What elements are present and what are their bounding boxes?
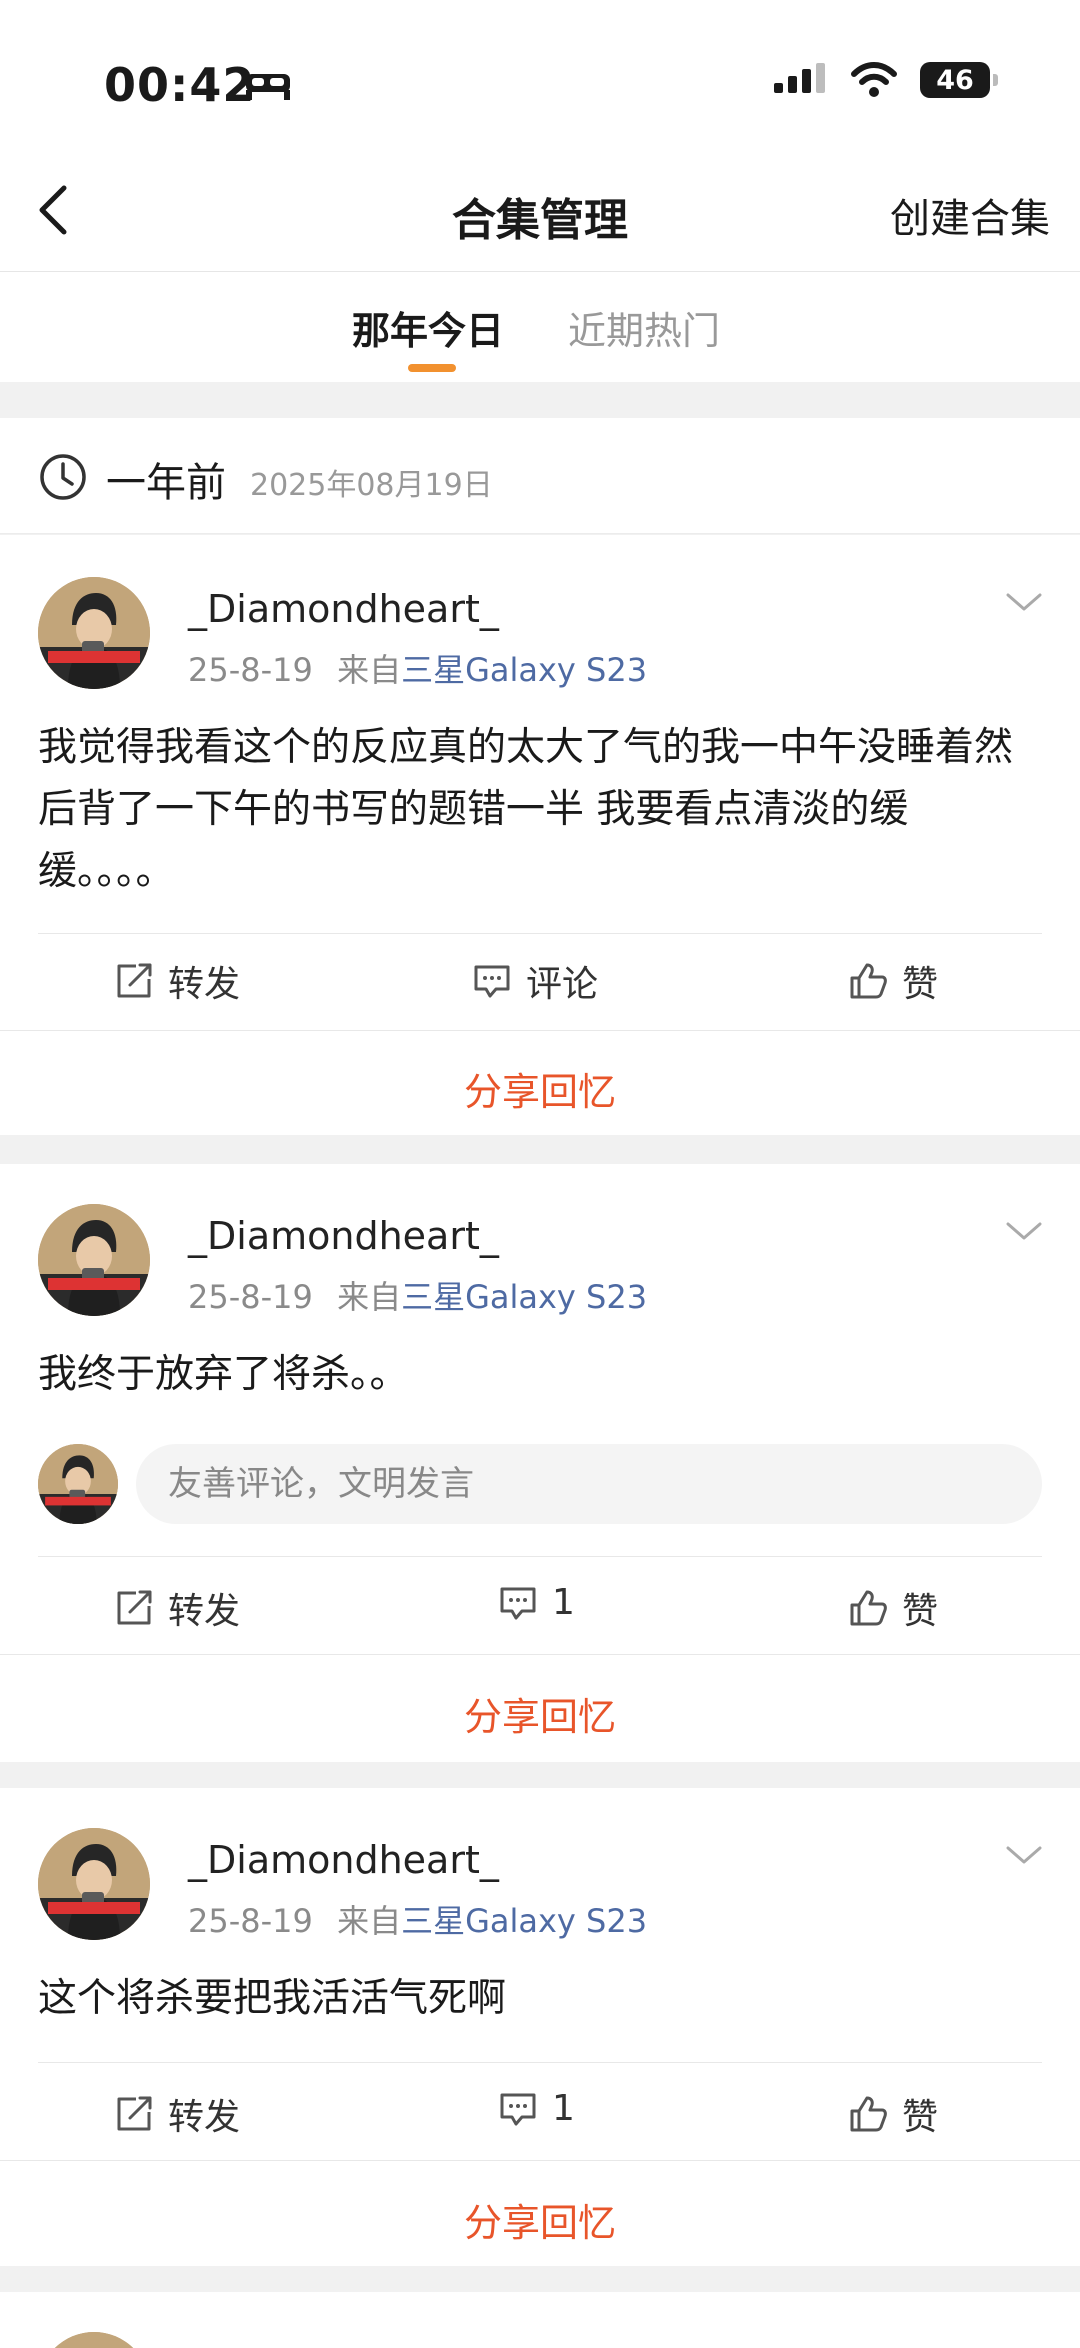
comment-label: 评论 bbox=[526, 964, 599, 1005]
repost-label: 转发 bbox=[168, 964, 241, 1005]
post-content: 我觉得我看这个的反应真的太大了气的我一中午没睡着然后背了一下午的书写的题错一半 … bbox=[38, 725, 1014, 894]
battery-indicator: 46 bbox=[920, 62, 998, 98]
post-date: 25-8-19 bbox=[188, 1902, 313, 1940]
like-label: 赞 bbox=[902, 964, 939, 1005]
divider bbox=[0, 1030, 1080, 1031]
like-label: 赞 bbox=[902, 1591, 939, 1632]
post-card: _Diamondheart_ 25-8-19 来自三星Galaxy S23 这个… bbox=[0, 1788, 1080, 2266]
post-card: _Diamondheart_ 25-8-19 来自三星Galaxy S23 我终… bbox=[0, 1164, 1080, 1762]
active-tab-indicator bbox=[408, 364, 456, 372]
like-button[interactable]: 赞 bbox=[848, 2088, 938, 2140]
cellular-signal-icon bbox=[774, 63, 825, 93]
post-source[interactable]: 三星Galaxy S23 bbox=[401, 1902, 647, 1940]
divider bbox=[38, 933, 1042, 934]
section-date: 2025年08月19日 bbox=[250, 468, 493, 503]
avatar[interactable] bbox=[38, 1204, 150, 1316]
comment-count: 1 bbox=[552, 2088, 575, 2129]
clock-icon bbox=[40, 454, 86, 500]
sleep-mode-icon bbox=[246, 74, 290, 100]
divider bbox=[38, 1556, 1042, 1557]
post-from-label: 来自 bbox=[337, 651, 402, 689]
divider bbox=[0, 1654, 1080, 1655]
post-username[interactable]: _Diamondheart_ bbox=[188, 1838, 499, 1882]
chevron-down-icon[interactable] bbox=[1004, 1844, 1044, 1868]
comment-count: 1 bbox=[552, 1582, 575, 1623]
comment-button[interactable]: 1 bbox=[498, 1582, 575, 1623]
post-card: _Diamondheart_ 25-8-19 来自三星Galaxy S23 我觉… bbox=[0, 535, 1080, 1135]
post-content: 我终于放弃了将杀。。 bbox=[38, 1352, 409, 1397]
next-post-card bbox=[0, 2292, 1080, 2348]
tab-bar: 那年今日 近期热门 bbox=[0, 272, 1080, 382]
repost-icon bbox=[114, 1588, 154, 1628]
repost-button[interactable]: 转发 bbox=[114, 2088, 240, 2140]
divider bbox=[38, 2062, 1042, 2063]
tab-on-this-day[interactable]: 那年今日 bbox=[352, 300, 504, 355]
status-time: 00:42 bbox=[104, 58, 256, 112]
comment-button[interactable]: 1 bbox=[498, 2088, 575, 2129]
share-memory-button[interactable]: 分享回忆 bbox=[0, 1686, 1080, 1741]
divider bbox=[0, 2160, 1080, 2161]
share-memory-button[interactable]: 分享回忆 bbox=[0, 2192, 1080, 2247]
share-memory-button[interactable]: 分享回忆 bbox=[0, 1061, 1080, 1116]
comment-icon bbox=[498, 2089, 538, 2129]
repost-label: 转发 bbox=[168, 2097, 241, 2138]
post-username[interactable]: _Diamondheart_ bbox=[188, 1214, 499, 1258]
avatar bbox=[38, 2332, 150, 2348]
comment-input[interactable]: 友善评论，文明发言 bbox=[136, 1444, 1042, 1524]
chevron-down-icon[interactable] bbox=[1004, 1220, 1044, 1244]
create-collection-button[interactable]: 创建合集 bbox=[890, 186, 1050, 244]
avatar[interactable] bbox=[38, 577, 150, 689]
post-meta: 25-8-19 来自三星Galaxy S23 bbox=[188, 1896, 647, 1942]
post-source[interactable]: 三星Galaxy S23 bbox=[401, 1278, 647, 1316]
time-section-header: 一年前 2025年08月19日 bbox=[0, 418, 1080, 534]
repost-button[interactable]: 转发 bbox=[114, 955, 240, 1007]
post-date: 25-8-19 bbox=[188, 1278, 313, 1316]
repost-label: 转发 bbox=[168, 1591, 241, 1632]
repost-button[interactable]: 转发 bbox=[114, 1582, 240, 1634]
avatar[interactable] bbox=[38, 1828, 150, 1940]
wifi-icon bbox=[851, 62, 897, 97]
like-icon bbox=[848, 961, 888, 1001]
post-content: 这个将杀要把我活活气死啊 bbox=[38, 1976, 507, 2021]
comment-button[interactable]: 评论 bbox=[472, 955, 598, 1007]
chevron-down-icon[interactable] bbox=[1004, 591, 1044, 615]
like-label: 赞 bbox=[902, 2097, 939, 2138]
post-source[interactable]: 三星Galaxy S23 bbox=[401, 651, 647, 689]
post-from-label: 来自 bbox=[337, 1278, 402, 1316]
post-username[interactable]: _Diamondheart_ bbox=[188, 587, 499, 631]
like-icon bbox=[848, 2094, 888, 2134]
comment-avatar bbox=[38, 1444, 118, 1524]
time-ago-label: 一年前 bbox=[106, 460, 226, 506]
post-meta: 25-8-19 来自三星Galaxy S23 bbox=[188, 1272, 647, 1318]
post-from-label: 来自 bbox=[337, 1902, 402, 1940]
repost-icon bbox=[114, 2094, 154, 2134]
like-button[interactable]: 赞 bbox=[848, 1582, 938, 1634]
post-meta: 25-8-19 来自三星Galaxy S23 bbox=[188, 645, 647, 691]
comment-icon bbox=[498, 1583, 538, 1623]
post-date: 25-8-19 bbox=[188, 651, 313, 689]
repost-icon bbox=[114, 961, 154, 1001]
section-gap bbox=[0, 382, 1080, 418]
tab-recent-hot[interactable]: 近期热门 bbox=[568, 300, 720, 355]
header-bar: 合集管理 创建合集 bbox=[0, 150, 1080, 272]
like-icon bbox=[848, 1588, 888, 1628]
comment-icon bbox=[472, 961, 512, 1001]
status-bar: 00:42 46 bbox=[0, 0, 1080, 150]
like-button[interactable]: 赞 bbox=[848, 955, 938, 1007]
